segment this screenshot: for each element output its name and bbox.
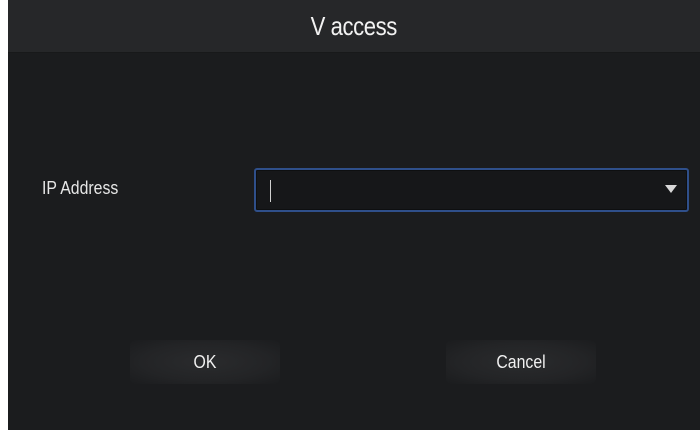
ip-address-input[interactable] [256,170,651,210]
ok-button[interactable]: OK [130,340,280,384]
text-cursor [270,180,271,202]
cancel-button[interactable]: Cancel [446,340,596,384]
chevron-down-icon[interactable] [665,185,677,193]
ip-address-combobox[interactable] [254,168,689,212]
ip-address-label: IP Address [42,178,119,198]
v-access-dialog: V access IP Address OK Cancel [8,0,700,430]
ok-button-label: OK [193,351,217,372]
title-bar: V access [8,0,700,53]
cancel-button-label: Cancel [496,351,546,372]
dialog-title: V access [310,10,398,41]
